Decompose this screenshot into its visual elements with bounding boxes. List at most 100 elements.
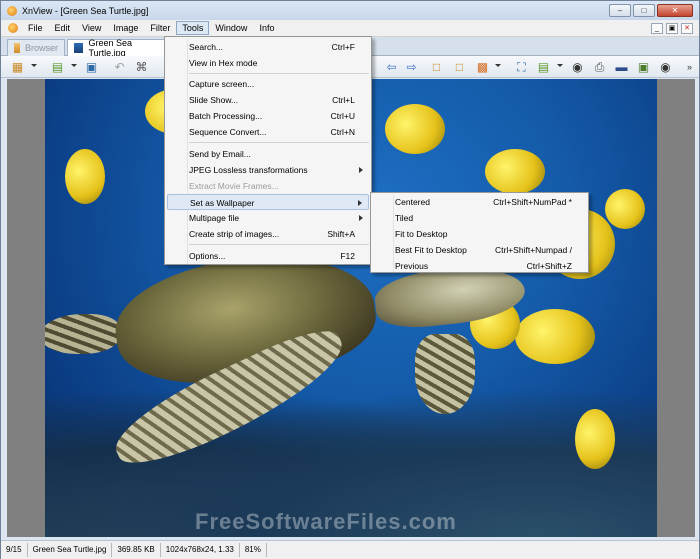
last-image-icon[interactable]: □	[451, 59, 468, 75]
status-filename: Green Sea Turtle.jpg	[28, 543, 113, 557]
submenu-arrow-icon	[359, 167, 363, 173]
document-icon[interactable]	[8, 23, 18, 33]
fish	[575, 409, 615, 469]
menu-item-label: JPEG Lossless transformations	[189, 165, 308, 175]
save-icon[interactable]: ▣	[83, 59, 100, 75]
mdi-restore-icon[interactable]: ▣	[666, 23, 678, 34]
mdi-minimize-icon[interactable]: _	[651, 23, 663, 34]
menu-filter[interactable]: Filter	[144, 21, 176, 35]
menu-item-label: View in Hex mode	[189, 58, 258, 68]
close-icon[interactable]: ✕	[657, 4, 693, 17]
menu-item-label: Set as Wallpaper	[190, 198, 255, 208]
menu-item-previous[interactable]: Previous Ctrl+Shift+Z	[373, 258, 586, 274]
menu-item-label: Send by Email...	[189, 149, 251, 159]
tab-browser[interactable]: Browser	[7, 39, 65, 56]
menu-item-label: Best Fit to Desktop	[395, 245, 467, 255]
menu-separator	[189, 142, 369, 143]
first-image-icon[interactable]: □	[428, 59, 445, 75]
menu-item-tiled[interactable]: Tiled	[373, 210, 586, 226]
tab-browser-label: Browser	[24, 43, 58, 53]
menu-item-best-fit-to-desktop[interactable]: Best Fit to Desktop Ctrl+Shift+Numpad /	[373, 242, 586, 258]
mdi-close-icon[interactable]: ✕	[681, 23, 693, 34]
title-bar: XnView - [Green Sea Turtle.jpg] – □ ✕	[1, 1, 699, 21]
menu-item-label: Search...	[189, 42, 224, 52]
wallpaper-icon[interactable]: ▣	[635, 59, 652, 75]
menu-file[interactable]: File	[22, 21, 49, 35]
image-icon	[74, 43, 84, 53]
maximize-icon[interactable]: □	[633, 4, 655, 17]
menu-image[interactable]: Image	[107, 21, 144, 35]
status-dimensions: 1024x768x24, 1.33	[161, 543, 240, 557]
fish	[65, 149, 105, 204]
slideshow-dropdown-icon[interactable]	[495, 64, 501, 67]
menu-item-create-strip[interactable]: Create strip of images... Shift+A	[167, 226, 369, 242]
print-icon[interactable]: ⎙	[591, 59, 608, 75]
open-folder-icon[interactable]: ▤	[49, 59, 66, 75]
previous-arrow-icon[interactable]: ⇦	[383, 59, 400, 75]
menu-edit[interactable]: Edit	[49, 21, 77, 35]
menu-item-label: Multipage file	[189, 213, 240, 223]
menu-item-options[interactable]: Options... F12	[167, 248, 369, 264]
fish	[515, 309, 595, 364]
menu-item-label: Create strip of images...	[189, 229, 280, 239]
open-dropdown-icon[interactable]	[71, 64, 77, 67]
menu-item-shortcut: Ctrl+Shift+NumPad *	[493, 197, 572, 207]
zoom-icon[interactable]: ▤	[535, 59, 552, 75]
zoom-dropdown-icon[interactable]	[557, 64, 563, 67]
status-bar: 9/15 Green Sea Turtle.jpg 369.85 KB 1024…	[1, 540, 699, 559]
menu-item-batch-processing[interactable]: Batch Processing... Ctrl+U	[167, 108, 369, 124]
status-zoom: 81%	[240, 543, 267, 557]
mdi-controls: _ ▣ ✕	[651, 23, 693, 34]
slideshow-icon[interactable]: ▩	[474, 59, 491, 75]
menu-item-search[interactable]: Search... Ctrl+F	[167, 39, 369, 55]
watermark: FreeSoftwareFiles.com	[195, 509, 457, 534]
menu-window[interactable]: Window	[209, 21, 253, 35]
menu-item-shortcut: Shift+A	[327, 229, 355, 239]
capture-icon[interactable]: ◉	[657, 59, 674, 75]
fish	[385, 104, 445, 154]
next-arrow-icon[interactable]: ⇨	[403, 59, 420, 75]
menu-item-capture-screen[interactable]: Capture screen...	[167, 76, 369, 92]
menu-view[interactable]: View	[76, 21, 107, 35]
menu-item-label: Fit to Desktop	[395, 229, 448, 239]
tab-image[interactable]: Green Sea Turtle.jpg	[67, 38, 167, 58]
menu-item-set-as-wallpaper[interactable]: Set as Wallpaper	[167, 194, 369, 210]
status-filesize: 369.85 KB	[112, 543, 161, 557]
menu-item-fit-to-desktop[interactable]: Fit to Desktop	[373, 226, 586, 242]
fullscreen-icon[interactable]: ⛶	[513, 59, 530, 75]
menu-item-jpeg-lossless[interactable]: JPEG Lossless transformations	[167, 162, 369, 178]
binoculars-icon[interactable]: ◉	[569, 59, 586, 75]
menu-item-shortcut: Ctrl+L	[332, 95, 355, 105]
tab-image-label: Green Sea Turtle.jpg	[88, 38, 132, 58]
menu-item-send-email[interactable]: Send by Email...	[167, 146, 369, 162]
xnview-logo-icon	[7, 6, 17, 16]
menu-item-shortcut: Ctrl+Shift+Z	[526, 261, 572, 271]
folder-icon	[14, 43, 20, 53]
menu-item-label: Slide Show...	[189, 95, 239, 105]
fish	[485, 149, 545, 194]
menu-item-sequence-convert[interactable]: Sequence Convert... Ctrl+N	[167, 124, 369, 140]
menu-item-label: Capture screen...	[189, 79, 255, 89]
window-controls: – □ ✕	[609, 4, 693, 17]
menu-item-multipage-file[interactable]: Multipage file	[167, 210, 369, 226]
minimize-icon[interactable]: –	[609, 4, 631, 17]
menu-item-slide-show[interactable]: Slide Show... Ctrl+L	[167, 92, 369, 108]
menu-item-centered[interactable]: Centered Ctrl+Shift+NumPad *	[373, 194, 586, 210]
menu-info[interactable]: Info	[253, 21, 280, 35]
menu-item-shortcut: Ctrl+N	[330, 127, 355, 137]
menu-tools[interactable]: Tools	[176, 21, 210, 35]
turtle-rear-flipper	[45, 314, 120, 354]
browser-icon[interactable]: ▦	[9, 59, 26, 75]
menu-item-label: Sequence Convert...	[189, 127, 267, 137]
scanner-icon[interactable]: ▬	[613, 59, 630, 75]
browser-dropdown-icon[interactable]	[31, 64, 37, 67]
crop-icon[interactable]: ⌘	[133, 59, 150, 75]
menu-item-shortcut: Ctrl+F	[331, 42, 355, 52]
menu-item-label: Options...	[189, 251, 226, 261]
menu-item-shortcut: Ctrl+U	[330, 111, 355, 121]
menu-item-hex-mode[interactable]: View in Hex mode	[167, 55, 369, 71]
menu-item-label: Previous	[395, 261, 429, 271]
toolbar-overflow-icon[interactable]: »	[681, 59, 698, 75]
undo-icon[interactable]: ↶	[111, 59, 128, 75]
tools-menu: Search... Ctrl+F View in Hex mode Captur…	[164, 36, 372, 265]
